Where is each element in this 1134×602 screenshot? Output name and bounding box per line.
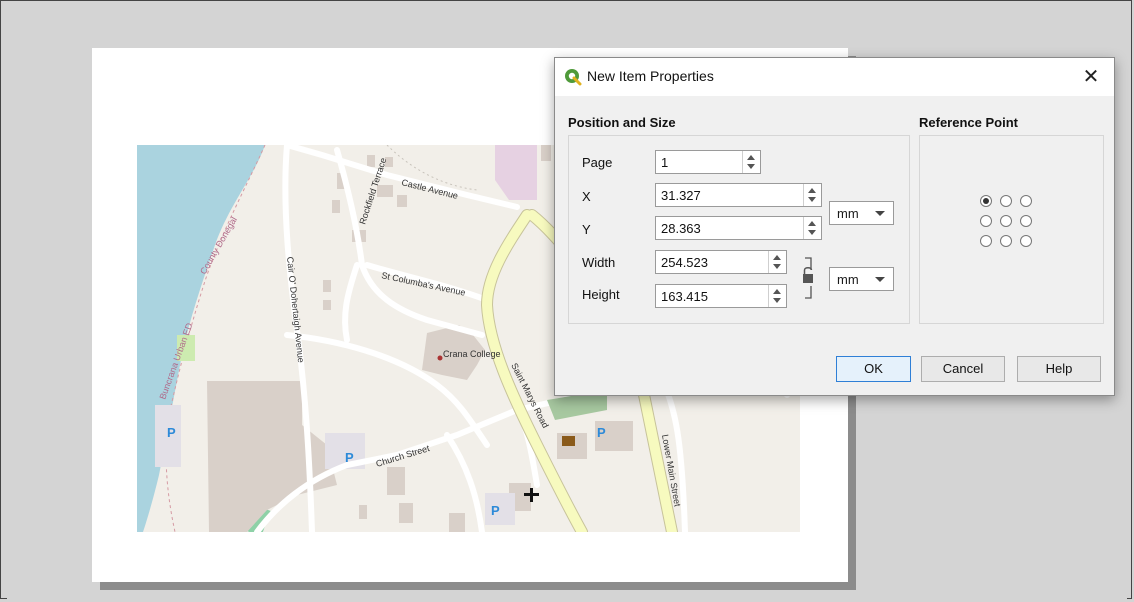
position-unit-select[interactable]: mm xyxy=(829,201,894,225)
height-value: 163.415 xyxy=(661,289,708,304)
parking-icon: P xyxy=(597,425,606,440)
page-label: Page xyxy=(582,155,613,170)
y-label: Y xyxy=(582,222,591,237)
library-icon xyxy=(562,436,575,446)
ref-point-top-left[interactable] xyxy=(980,195,992,207)
page-spinbox[interactable]: 1 xyxy=(655,150,761,174)
y-spinbox[interactable]: 28.363 xyxy=(655,216,822,240)
position-size-title: Position and Size xyxy=(568,115,676,130)
position-unit-value: mm xyxy=(837,206,859,221)
help-button[interactable]: Help xyxy=(1017,356,1101,382)
width-spinbox[interactable]: 254.523 xyxy=(655,250,787,274)
reference-point-title: Reference Point xyxy=(919,115,1018,130)
ref-point-top-right[interactable] xyxy=(1020,195,1032,207)
new-item-properties-dialog[interactable]: New Item Properties ✕ Position and Size … xyxy=(554,57,1115,396)
ref-point-middle-right[interactable] xyxy=(1020,215,1032,227)
parking-icon: P xyxy=(167,425,176,440)
ref-point-bottom-center[interactable] xyxy=(1000,235,1012,247)
ref-point-center[interactable] xyxy=(1000,215,1012,227)
ok-button[interactable]: OK xyxy=(836,356,911,382)
chevron-down-icon xyxy=(875,211,885,216)
aspect-lock-icon[interactable] xyxy=(795,254,819,302)
parking-icon: P xyxy=(167,425,176,440)
ref-point-bottom-left[interactable] xyxy=(980,235,992,247)
width-stepper[interactable] xyxy=(768,251,786,273)
height-label: Height xyxy=(582,287,620,302)
reference-point-group xyxy=(919,135,1104,324)
page-value: 1 xyxy=(661,155,669,170)
y-stepper[interactable] xyxy=(803,217,821,239)
width-value: 254.523 xyxy=(661,255,708,270)
chevron-down-icon xyxy=(875,277,885,282)
height-stepper[interactable] xyxy=(768,285,786,307)
x-value: 31.327 xyxy=(661,188,701,203)
close-button[interactable]: ✕ xyxy=(1078,64,1104,90)
height-spinbox[interactable]: 163.415 xyxy=(655,284,787,308)
y-value: 28.363 xyxy=(661,221,701,236)
ref-point-bottom-right[interactable] xyxy=(1020,235,1032,247)
ref-point-middle-left[interactable] xyxy=(980,215,992,227)
dialog-title: New Item Properties xyxy=(587,68,714,84)
size-unit-select[interactable]: mm xyxy=(829,267,894,291)
x-stepper[interactable] xyxy=(803,184,821,206)
x-label: X xyxy=(582,189,591,204)
label-crana-college: Crana College xyxy=(443,349,501,359)
width-label: Width xyxy=(582,255,616,270)
college-icon xyxy=(437,355,443,361)
size-unit-value: mm xyxy=(837,272,859,287)
dialog-titlebar[interactable]: New Item Properties ✕ xyxy=(555,58,1114,96)
ref-point-top-center[interactable] xyxy=(1000,195,1012,207)
x-spinbox[interactable]: 31.327 xyxy=(655,183,822,207)
page-stepper[interactable] xyxy=(742,151,760,173)
cancel-button[interactable]: Cancel xyxy=(921,356,1005,382)
qgis-logo-icon xyxy=(565,69,582,86)
parking-icon: P xyxy=(491,503,500,518)
parking-icon: P xyxy=(345,450,354,465)
